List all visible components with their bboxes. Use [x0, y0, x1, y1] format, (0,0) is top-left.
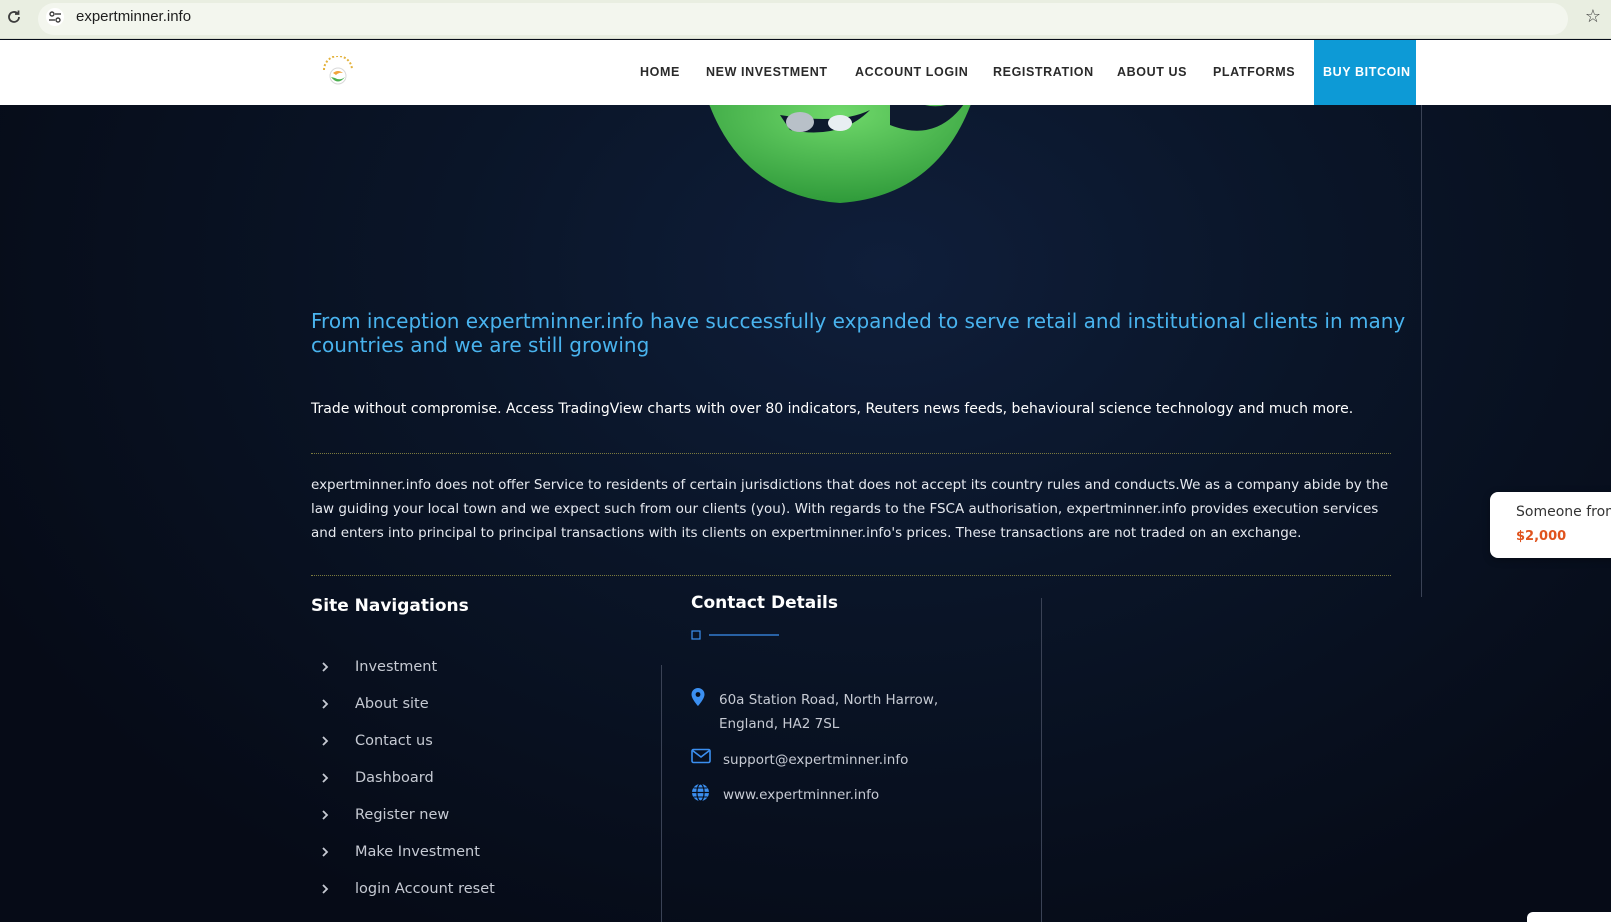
site-logo[interactable] — [318, 55, 358, 92]
address-line-1: 60a Station Road, North Harrow, — [719, 692, 939, 708]
column-divider — [661, 665, 662, 922]
address-url[interactable]: expertminner.info — [76, 8, 191, 25]
address-line-2: England, HA2 7SL — [719, 716, 840, 732]
chevron-right-icon — [311, 661, 355, 672]
disclaimer-text: expertminner.info does not offer Service… — [311, 477, 1389, 541]
contact-title: Contact Details — [691, 593, 838, 613]
nav-account-login[interactable]: ACCOUNT LOGIN — [855, 40, 968, 105]
site-nav-item-label: Make Investment — [355, 843, 480, 860]
bookmark-star-icon[interactable]: ☆ — [1585, 6, 1601, 27]
site-nav-list: Investment About site Contact us Dashboa… — [311, 648, 641, 907]
site-nav-item-about[interactable]: About site — [311, 685, 641, 722]
nav-new-investment[interactable]: NEW INVESTMENT — [706, 40, 828, 105]
globe-icon — [691, 783, 723, 807]
address-bar[interactable] — [38, 3, 1568, 35]
site-nav-item-make-investment[interactable]: Make Investment — [311, 833, 641, 870]
site-nav-item-label: Investment — [355, 658, 438, 675]
chevron-right-icon — [311, 883, 355, 894]
globe-image — [690, 105, 990, 205]
nav-home[interactable]: HOME — [640, 40, 680, 105]
contact-website: www.expertminner.info — [691, 783, 879, 807]
email-link[interactable]: support@expertminner.info — [723, 748, 908, 772]
chevron-right-icon — [311, 698, 355, 709]
column-divider — [1041, 598, 1042, 922]
mail-icon — [691, 748, 723, 772]
nav-about-us[interactable]: ABOUT US — [1117, 40, 1187, 105]
site-nav-item-account-reset[interactable]: login Account reset — [311, 870, 641, 907]
nav-registration[interactable]: REGISTRATION — [993, 40, 1094, 105]
divider — [311, 575, 1391, 576]
nav-buy-bitcoin[interactable]: BUY BITCOIN — [1314, 40, 1416, 105]
site-nav-item-label: Register new — [355, 806, 450, 823]
site-nav-item-investment[interactable]: Investment — [311, 648, 641, 685]
main-content: From inception expertminner.info have su… — [0, 105, 1611, 922]
browser-toolbar: expertminner.info ☆ — [0, 0, 1611, 39]
site-nav-item-label: Contact us — [355, 732, 433, 749]
activity-toast[interactable]: Someone from $2,000 — [1490, 492, 1611, 558]
contact-address: 60a Station Road, North Harrow, England,… — [691, 688, 938, 736]
column-divider — [1421, 105, 1422, 597]
divider — [311, 453, 1391, 454]
site-nav-item-register[interactable]: Register new — [311, 796, 641, 833]
chevron-right-icon — [311, 735, 355, 746]
site-header: HOME NEW INVESTMENT ACCOUNT LOGIN REGIST… — [0, 40, 1611, 105]
reload-icon[interactable] — [5, 8, 23, 26]
map-pin-icon — [691, 688, 719, 736]
chevron-right-icon — [311, 772, 355, 783]
nav-platforms[interactable]: PLATFORMS — [1213, 40, 1295, 105]
site-nav-item-label: Dashboard — [355, 769, 434, 786]
chevron-right-icon — [311, 846, 355, 857]
bottom-widget-edge[interactable] — [1527, 912, 1611, 922]
site-settings-icon[interactable] — [46, 8, 64, 26]
contact-email: support@expertminner.info — [691, 748, 908, 772]
tagline: Trade without compromise. Access Trading… — [311, 401, 1354, 417]
headline: From inception expertminner.info have su… — [311, 309, 1406, 357]
toast-amount: $2,000 — [1516, 529, 1567, 544]
site-nav-item-label: About site — [355, 695, 429, 712]
title-underline-decoration — [691, 626, 781, 640]
site-nav-title: Site Navigations — [311, 596, 469, 616]
chevron-right-icon — [311, 809, 355, 820]
site-nav-item-contact[interactable]: Contact us — [311, 722, 641, 759]
website-link[interactable]: www.expertminner.info — [723, 783, 879, 807]
site-nav-item-label: login Account reset — [355, 880, 495, 897]
toast-text: Someone from — [1516, 504, 1611, 520]
site-nav-item-dashboard[interactable]: Dashboard — [311, 759, 641, 796]
